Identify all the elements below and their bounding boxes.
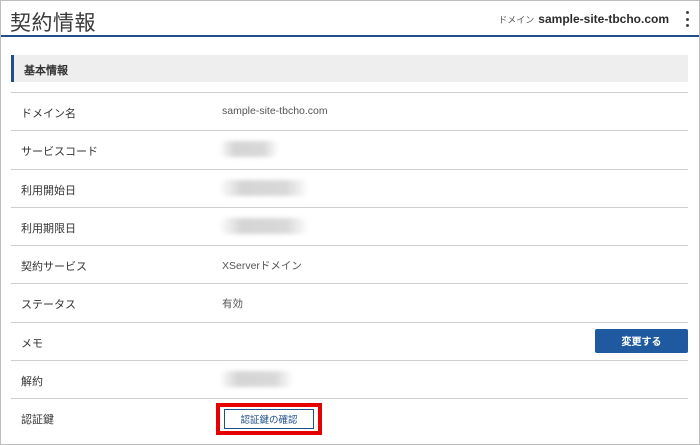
- redacted-value: [219, 179, 309, 196]
- row-label: 解約: [21, 375, 43, 389]
- change-memo-button[interactable]: 変更する: [595, 328, 688, 353]
- page-title: 契約情報: [10, 11, 96, 35]
- row-memo: メモ 変更する: [11, 321, 688, 360]
- row-label: 利用期限日: [21, 221, 76, 235]
- row-domain-name: ドメイン名 sample-site-tbcho.com: [11, 92, 688, 130]
- domain-label: ドメイン: [498, 16, 535, 26]
- row-cancellation: 解約: [11, 360, 688, 398]
- contract-panel: 契約情報 ドメイン sample-site-tbcho.com 基本情報 ドメイ…: [0, 0, 700, 445]
- kebab-menu-icon[interactable]: [684, 11, 690, 27]
- redacted-value: [219, 217, 309, 234]
- page-header: 契約情報 ドメイン sample-site-tbcho.com: [1, 1, 699, 37]
- row-label: 契約サービス: [21, 260, 87, 274]
- row-status: ステータス 有効: [11, 283, 688, 321]
- row-label: ドメイン名: [21, 107, 76, 120]
- row-label: メモ: [21, 336, 43, 350]
- redacted-value: [219, 371, 294, 388]
- confirm-auth-key-button[interactable]: 認証鍵の確認: [224, 409, 314, 430]
- row-label: 認証鍵: [21, 413, 54, 427]
- row-value: 有効: [222, 298, 243, 311]
- row-value: XServerドメイン: [222, 260, 302, 273]
- current-domain: ドメイン sample-site-tbcho.com: [498, 12, 669, 26]
- row-label: ステータス: [21, 298, 76, 312]
- row-value: sample-site-tbcho.com: [222, 105, 328, 117]
- row-label: 利用開始日: [21, 183, 76, 197]
- redacted-value: [219, 141, 279, 158]
- row-start-date: 利用開始日: [11, 168, 688, 207]
- row-expiry-date: 利用期限日: [11, 206, 688, 245]
- section-header: 基本情報: [11, 55, 688, 82]
- kebab-dot: [685, 17, 689, 21]
- kebab-dot: [685, 24, 689, 27]
- kebab-dot: [685, 11, 689, 14]
- info-table: ドメイン名 sample-site-tbcho.com サービスコード 利用開始…: [11, 92, 688, 437]
- row-label: サービスコード: [21, 145, 98, 159]
- domain-value: sample-site-tbcho.com: [538, 12, 669, 26]
- row-contract-service: 契約サービス XServerドメイン: [11, 245, 688, 283]
- row-auth-key: 認証鍵 認証鍵の確認: [11, 398, 688, 436]
- section-title: 基本情報: [24, 64, 68, 77]
- row-service-code: サービスコード: [11, 130, 688, 168]
